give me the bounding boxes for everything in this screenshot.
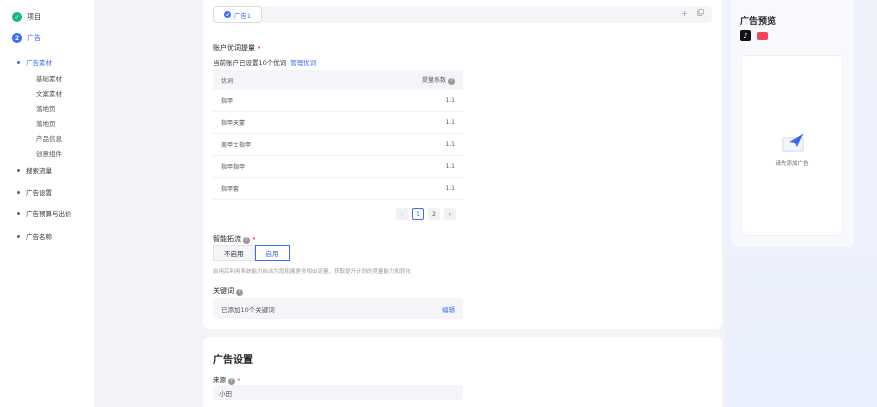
ad-settings-title: 广告设置 [213,355,253,366]
step-label: 项目 [27,13,41,21]
row-factor: 1.1 [445,185,455,192]
platform-switcher: ♪ [740,30,768,41]
plus-icon[interactable]: + [681,9,688,18]
disable-option[interactable]: 不启用 [213,245,255,261]
keyword-count: 已添加10个关键词 [221,305,275,314]
row-factor: 1.1 [445,141,455,148]
next-page-button[interactable]: › [444,208,456,220]
row-word: 指甲 [221,98,234,105]
sidebar-leaf-copy-creative[interactable]: 文案素材 [36,88,62,98]
tab-label: 广告1 [233,11,252,20]
step-label: 广告 [27,34,41,42]
tiktok-icon[interactable]: ♪ [740,30,751,41]
sidebar-item-label: 广告设置 [26,189,52,197]
sidebar-leaf-landing-page[interactable]: 落地页 [36,103,56,113]
help-icon[interactable]: ? [228,377,235,385]
required-mark: • [252,235,257,243]
empty-preview-text: 请先添加广告 [775,161,809,167]
copy-icon[interactable] [697,9,704,18]
preview-frame: 请先添加广告 [741,55,843,236]
ad-tab-icon [223,11,231,18]
row-factor: 1.1 [445,163,455,170]
page-2-button[interactable]: 2 [428,208,440,220]
sidebar-leaf-creative-component[interactable]: 创意组件 [36,148,62,158]
label-text: 关键词 [213,287,234,295]
keyword-hint: 当前账户已设置10个优词 管理优词 [213,57,316,67]
pagination: ‹ 1 2 › [396,208,456,220]
sidebar-item-ad-name[interactable]: 广告名称 [17,231,52,241]
step-project[interactable]: ✓ 项目 [12,12,41,22]
sidebar-item-label: 广告名称 [26,233,52,241]
page-1-button[interactable]: 1 [412,208,424,220]
help-icon[interactable]: ? [236,288,243,296]
tab-ad-1[interactable]: 广告1 [213,6,262,23]
section-title-text: 账户优词提量 [213,44,255,52]
manage-keywords-link[interactable]: 管理优词 [290,59,316,67]
help-icon[interactable]: ? [448,77,455,85]
preview-title: 广告预览 [740,17,777,27]
progress-sidebar: ✓ 项目 2 广告 广告素材 基础素材 文案素材 落地页 落地页 产品信息 创意… [0,0,94,407]
keyword-summary-box: 已添加10个关键词 编辑 [213,298,463,319]
step-number-icon: 2 [12,33,22,43]
table-row: 指甲套 1.1 [213,178,463,200]
bullet-icon [17,60,20,64]
label-text: 智能拓流 [213,235,241,243]
smart-expand-description: 启用后利用系统能力自动为您拓展更多相似流量，获取提升计划的竞量能力和转化 [213,269,412,275]
sidebar-leaf-landing-page-2[interactable]: 落地页 [36,118,56,128]
column-header-word: 优词 [221,77,234,85]
enable-option[interactable]: 启用 [254,245,290,261]
row-factor: 1.1 [445,119,455,126]
empty-envelope-icon [782,133,804,152]
bullet-icon [17,190,20,194]
ad-tab-bar: 广告1 + [213,6,712,23]
sidebar-item-budget-bid[interactable]: 广告预算与出价 [17,208,72,218]
help-icon[interactable]: ? [243,236,250,244]
source-input[interactable]: 小田 [213,385,463,400]
keyword-label: 关键词? [213,286,243,296]
bullet-icon [17,234,20,238]
step-ad[interactable]: 2 广告 [12,33,41,43]
prev-page-button[interactable]: ‹ [396,208,408,220]
bullet-icon [17,211,20,215]
row-factor: 1.1 [445,97,455,104]
ad-creative-card: 广告1 + 账户优词提量 • 当前账户已设置10个优词 管理优词 优词 提量系数? … [203,0,722,329]
required-mark: • [237,376,241,384]
platform-badge-icon[interactable] [757,31,768,40]
row-word: 指甲套 [221,186,240,193]
label-text: 来源 [213,376,226,384]
sidebar-leaf-product-info[interactable]: 产品信息 [36,133,62,143]
sidebar-item-label: 广告预算与出价 [26,210,72,218]
keyword-table: 优词 提量系数? 指甲 1.1 指甲天蒙 1.1 美甲士指甲 1.1 指甲指甲 … [213,70,463,200]
sidebar-leaf-basic-creative[interactable]: 基础素材 [36,73,62,83]
sidebar-item-label: 搜索流量 [26,167,52,175]
bullet-icon [17,168,20,172]
edit-keywords-link[interactable]: 编辑 [442,304,455,314]
hint-text: 当前账户已设置10个优词 [213,59,287,67]
sidebar-item-ad-settings[interactable]: 广告设置 [17,187,52,197]
table-row: 指甲指甲 1.1 [213,156,463,178]
row-word: 指甲天蒙 [221,120,246,127]
ad-settings-card: 广告设置 来源? • 小田 [203,337,722,407]
required-mark: • [257,44,262,52]
smart-expand-toggle: 不启用 启用 [213,245,290,261]
table-header: 优词 提量系数? [213,70,463,90]
sidebar-item-ad-creative[interactable]: 广告素材 [17,57,52,67]
source-label: 来源? • [213,374,241,385]
ad-preview-panel: 广告预览 ♪ 请先添加广告 [731,0,854,247]
check-icon: ✓ [12,12,22,22]
row-word: 指甲指甲 [221,164,246,171]
column-header-text: 提量系数 [421,77,446,85]
table-row: 指甲 1.1 [213,90,463,112]
row-word: 美甲士指甲 [221,142,252,149]
table-row: 指甲天蒙 1.1 [213,112,463,134]
column-header-factor: 提量系数? [422,75,455,85]
keyword-section-title: 账户优词提量 • [213,43,261,53]
sidebar-item-search-traffic[interactable]: 搜索流量 [17,165,52,175]
sidebar-item-label: 广告素材 [26,59,52,67]
smart-expand-label: 智能拓流? • [213,234,256,244]
table-row: 美甲士指甲 1.1 [213,134,463,156]
